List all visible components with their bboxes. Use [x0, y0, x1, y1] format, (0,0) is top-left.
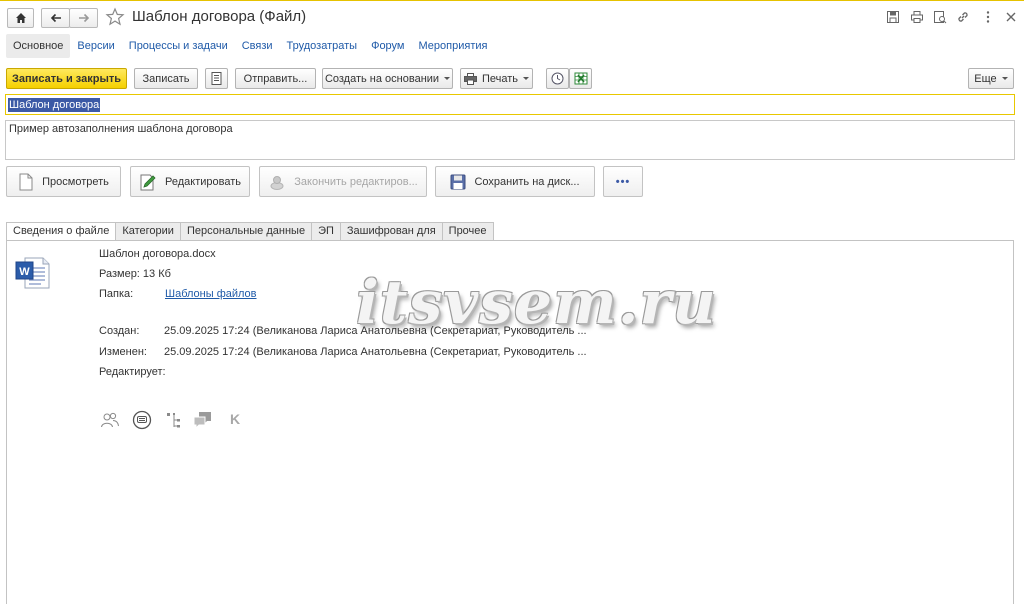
- tab-encrypted-for[interactable]: Зашифрован для: [340, 222, 443, 241]
- form-tab-links[interactable]: Связи: [235, 34, 280, 58]
- create-based-on-button[interactable]: Создать на основании: [322, 68, 453, 89]
- edit-label: Редактировать: [165, 175, 241, 188]
- chat-bubbles-icon[interactable]: [193, 410, 213, 430]
- home-button[interactable]: [7, 8, 34, 28]
- save-and-close-label: Записать и закрыть: [11, 72, 122, 85]
- tab-file-info[interactable]: Сведения о файле: [6, 222, 117, 241]
- form-navigation: Основное Версии Процессы и задачи Связи …: [6, 34, 494, 58]
- create-based-on-label: Создать на основании: [324, 72, 440, 85]
- send-button[interactable]: Отправить...: [235, 68, 316, 89]
- more-vertical-icon[interactable]: [981, 10, 995, 24]
- send-label: Отправить...: [243, 72, 308, 85]
- document-list-icon: [211, 72, 222, 85]
- chevron-down-icon: [444, 77, 451, 80]
- name-field-value: Шаблон договора: [8, 98, 101, 112]
- print-button[interactable]: Печать: [460, 68, 533, 89]
- watermark: itsvsem.ru: [356, 268, 717, 338]
- more-label: Еще: [974, 72, 997, 85]
- form-tab-labor[interactable]: Трудозатраты: [280, 34, 365, 58]
- modified-label: Изменен:: [99, 346, 147, 358]
- history-button[interactable]: [546, 68, 569, 89]
- print-icon[interactable]: [910, 10, 924, 24]
- users-icon[interactable]: [100, 410, 120, 430]
- arrow-left-icon: [50, 13, 61, 23]
- chevron-down-icon: [1001, 77, 1008, 80]
- form-tab-versions[interactable]: Версии: [70, 34, 121, 58]
- editing-by-label: Редактирует:: [99, 366, 166, 378]
- form-tab-processes[interactable]: Процессы и задачи: [122, 34, 235, 58]
- finish-edit-icon: [270, 175, 284, 190]
- save-icon[interactable]: [886, 10, 900, 24]
- description-field[interactable]: Пример автозаполнения шаблона договора: [5, 120, 1015, 160]
- back-button[interactable]: [41, 8, 70, 28]
- preview-icon[interactable]: [933, 10, 947, 24]
- document-icon: [19, 173, 33, 190]
- edit-document-icon: [140, 174, 156, 190]
- comment-circle-icon[interactable]: [132, 410, 152, 430]
- arrow-right-icon: [78, 13, 89, 23]
- file-details-tabs: Сведения о файле Категории Персональные …: [6, 222, 494, 241]
- view-button[interactable]: Просмотреть: [6, 166, 121, 197]
- edit-button[interactable]: Редактировать: [130, 166, 250, 197]
- form-tab-forum[interactable]: Форум: [364, 34, 411, 58]
- file-name: Шаблон договора.docx: [99, 248, 216, 260]
- folder-label: Папка:: [99, 288, 134, 300]
- description-field-value: Пример автозаполнения шаблона договора: [9, 123, 233, 135]
- finish-editing-button[interactable]: Закончить редактиров...: [259, 166, 427, 197]
- name-field[interactable]: Шаблон договора: [5, 94, 1015, 115]
- clock-icon: [551, 72, 564, 85]
- floppy-disk-icon: [450, 174, 466, 189]
- save-to-disk-button[interactable]: Сохранить на диск...: [435, 166, 595, 197]
- finish-editing-label: Закончить редактиров...: [294, 175, 418, 188]
- printer-icon: [463, 72, 477, 85]
- save-to-disk-label: Сохранить на диск...: [474, 175, 580, 188]
- svg-text:W: W: [19, 266, 30, 278]
- save-button[interactable]: Записать: [134, 68, 198, 89]
- document-list-button[interactable]: [205, 68, 228, 89]
- chevron-down-icon: [523, 77, 530, 80]
- home-icon: [15, 13, 26, 23]
- save-and-close-button[interactable]: Записать и закрыть: [6, 68, 127, 89]
- tab-categories[interactable]: Категории: [116, 222, 181, 241]
- more-button[interactable]: Еще: [968, 68, 1014, 89]
- word-document-icon: W: [15, 257, 50, 289]
- export-excel-button[interactable]: [569, 68, 592, 89]
- forward-button[interactable]: [69, 8, 98, 28]
- more-actions-button[interactable]: •••: [603, 166, 643, 197]
- favorite-star-icon[interactable]: [105, 7, 125, 27]
- tab-other[interactable]: Прочее: [442, 222, 494, 241]
- more-actions-dots: •••: [615, 175, 631, 188]
- window-title: Шаблон договора (Файл): [132, 8, 307, 25]
- tree-icon[interactable]: [164, 410, 184, 430]
- spreadsheet-icon: [574, 72, 587, 85]
- modified-value: 25.09.2025 17:24 (Великанова Лариса Анат…: [164, 346, 587, 358]
- created-label: Создан:: [99, 325, 140, 337]
- folder-link[interactable]: Шаблоны файлов: [165, 288, 257, 300]
- tab-personal-data[interactable]: Персональные данные: [180, 222, 313, 241]
- link-icon[interactable]: [956, 10, 970, 24]
- form-tab-events[interactable]: Мероприятия: [412, 34, 495, 58]
- file-size: Размер: 13 Кб: [99, 268, 171, 280]
- print-label: Печать: [481, 72, 519, 85]
- tab-signature[interactable]: ЭП: [312, 222, 341, 241]
- title-bar: Шаблон договора (Файл): [0, 3, 1024, 31]
- top-accent-line: [0, 0, 1024, 1]
- view-label: Просмотреть: [42, 175, 109, 188]
- form-tab-main[interactable]: Основное: [6, 34, 71, 58]
- k-letter-icon[interactable]: K: [230, 411, 240, 427]
- close-icon[interactable]: [1004, 10, 1018, 24]
- save-label: Записать: [142, 72, 190, 85]
